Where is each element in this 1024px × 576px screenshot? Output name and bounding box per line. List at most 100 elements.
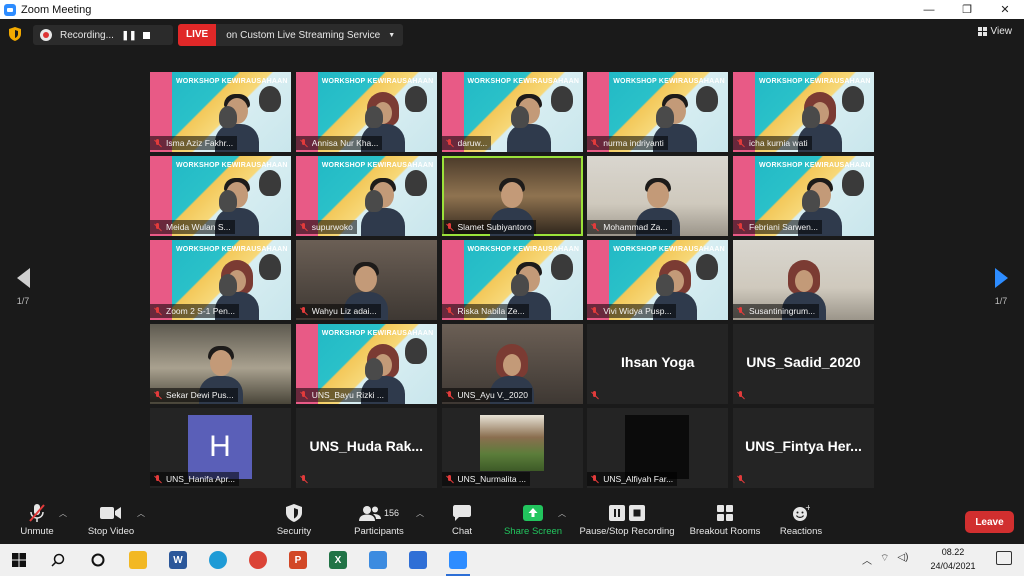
volume-icon[interactable]: ◁): [897, 552, 908, 567]
slide-title: WORKSHOP KEWIRAUSAHAAN: [176, 246, 288, 253]
participant-tile[interactable]: WORKSHOP KEWIRAUSAHAAN daruw...: [441, 72, 583, 152]
participant-display-name: Ihsan Yoga: [621, 354, 695, 370]
network-icon[interactable]: ⌔: [880, 552, 889, 567]
pause-recording-icon[interactable]: ❚❚: [120, 30, 138, 41]
chat-button[interactable]: Chat: [449, 502, 475, 537]
arrow-left-icon: [16, 268, 30, 288]
minimize-button[interactable]: —: [910, 0, 948, 19]
taskbar-apps: W PX: [118, 544, 478, 576]
word-icon: W: [169, 551, 187, 569]
window-controls: — ❐ ✕: [910, 0, 1024, 19]
participant-name: Sekar Dewi Pus...: [166, 390, 234, 400]
taskbar-app-button[interactable]: [198, 544, 238, 576]
chevron-down-icon[interactable]: ▼: [388, 32, 403, 39]
breakout-rooms-button[interactable]: Breakout Rooms: [688, 502, 762, 537]
participant-tile[interactable]: Ihsan Yoga: [587, 324, 729, 404]
participant-display-name: UNS_Huda Rak...: [309, 438, 424, 454]
taskbar-clock[interactable]: 08.22 24/04/2021: [928, 545, 978, 573]
participant-tile[interactable]: WORKSHOP KEWIRAUSAHAAN Vivi Widya Pusp...: [587, 240, 729, 320]
audio-options-caret-icon[interactable]: ︿: [59, 508, 67, 519]
zoom-icon: [449, 551, 467, 569]
windows-start-button[interactable]: [0, 544, 38, 576]
stop-video-button[interactable]: Stop Video: [85, 502, 137, 537]
taskbar-app-button[interactable]: [118, 544, 158, 576]
chevron-up-icon[interactable]: ︿: [862, 552, 872, 567]
windows-logo-icon: [12, 553, 26, 567]
shield-icon: [286, 504, 302, 522]
leave-button[interactable]: Leave: [965, 511, 1014, 533]
participant-name-bar: [733, 472, 753, 486]
taskbar-app-button[interactable]: W: [158, 544, 198, 576]
page-indicator-left: 1/7: [16, 296, 30, 306]
participant-tile[interactable]: WORKSHOP KEWIRAUSAHAAN icha kurnia wati: [733, 72, 874, 152]
unmute-button[interactable]: Unmute: [17, 502, 57, 537]
participant-tile[interactable]: UNS_Fintya Her...: [733, 408, 874, 488]
notification-center-icon[interactable]: [996, 551, 1012, 565]
participant-name-bar: Mohammad Za...: [587, 220, 672, 234]
maximize-button[interactable]: ❐: [948, 0, 986, 19]
participant-name-bar: icha kurnia wati: [733, 136, 812, 150]
participant-tile[interactable]: WORKSHOP KEWIRAUSAHAAN Riska Nabila Ze...: [441, 240, 583, 320]
participant-tile[interactable]: WORKSHOP KEWIRAUSAHAAN Meida Wulan S...: [150, 156, 291, 236]
security-button[interactable]: Security: [275, 502, 313, 537]
muted-mic-icon: [445, 138, 454, 148]
taskbar-app-button[interactable]: [358, 544, 398, 576]
participant-tile[interactable]: WORKSHOP KEWIRAUSAHAAN supurwoko: [295, 156, 437, 236]
close-button[interactable]: ✕: [986, 0, 1024, 19]
title-bar: Zoom Meeting — ❐ ✕: [0, 0, 1024, 19]
video-options-caret-icon[interactable]: ︿: [137, 508, 145, 519]
taskbar-app-button[interactable]: X: [318, 544, 358, 576]
participants-button[interactable]: 156 Participants: [350, 502, 408, 537]
participant-tile[interactable]: WORKSHOP KEWIRAUSAHAAN Annisa Nur Kha...: [295, 72, 437, 152]
participant-tile[interactable]: UNS_Alfiyah Far...: [587, 408, 729, 488]
reactions-button[interactable]: + Reactions: [779, 502, 823, 537]
participant-name: Meida Wulan S...: [166, 222, 231, 232]
cortana-button[interactable]: [78, 544, 118, 576]
share-screen-button[interactable]: Share Screen: [503, 502, 563, 537]
taskbar-app-button[interactable]: [438, 544, 478, 576]
slide-title: WORKSHOP KEWIRAUSAHAAN: [759, 162, 871, 169]
breakout-rooms-label: Breakout Rooms: [689, 526, 761, 537]
participant-tile[interactable]: Susantiningrum...: [733, 240, 874, 320]
participant-tile[interactable]: H UNS_Hanifa Apr...: [150, 408, 291, 488]
stop-video-label: Stop Video: [87, 526, 135, 537]
muted-mic-icon: [153, 222, 162, 232]
participant-tile[interactable]: Mohammad Za...: [587, 156, 729, 236]
stop-recording-icon[interactable]: [143, 31, 150, 39]
pause-stop-recording-button[interactable]: Pause/Stop Recording: [579, 502, 675, 537]
participant-tile[interactable]: UNS_Huda Rak...: [295, 408, 437, 488]
participant-name: nurma indriyanti: [603, 138, 664, 148]
muted-mic-icon: [153, 390, 162, 400]
participant-tile[interactable]: WORKSHOP KEWIRAUSAHAAN Zoom 2 S-1 Pen...: [150, 240, 291, 320]
participant-tile[interactable]: UNS_Nurmalita ...: [441, 408, 583, 488]
view-button[interactable]: View: [977, 26, 1013, 37]
next-page-button[interactable]: 1/7: [988, 268, 1014, 306]
participant-name: UNS_Hanifa Apr...: [166, 474, 235, 484]
participant-tile[interactable]: UNS_Sadid_2020: [733, 324, 874, 404]
svg-text:+: +: [805, 504, 810, 512]
muted-mic-icon: [590, 222, 599, 232]
taskbar-app-button[interactable]: P: [278, 544, 318, 576]
muted-mic-icon: [153, 138, 162, 148]
zoom-app-icon: [4, 3, 16, 16]
participant-name-bar: UNS_Bayu Rizki ...: [295, 388, 389, 402]
participant-tile[interactable]: WORKSHOP KEWIRAUSAHAAN Isma Aziz Fakhr...: [150, 72, 291, 152]
taskbar-app-button[interactable]: [398, 544, 438, 576]
participant-tile[interactable]: Wahyu Liz adai...: [295, 240, 437, 320]
participants-options-caret-icon[interactable]: ︿: [416, 508, 424, 519]
previous-page-button[interactable]: 1/7: [10, 268, 36, 306]
live-streaming-indicator[interactable]: LIVE on Custom Live Streaming Service ▼: [178, 24, 404, 46]
share-options-caret-icon[interactable]: ︿: [558, 508, 566, 519]
participant-tile[interactable]: UNS_Ayu V._2020: [441, 324, 583, 404]
taskbar-app-button[interactable]: [238, 544, 278, 576]
participant-tile[interactable]: Sekar Dewi Pus...: [150, 324, 291, 404]
muted-mic-icon: [590, 390, 599, 400]
participant-tile[interactable]: WORKSHOP KEWIRAUSAHAAN Febriani Sarwen...: [733, 156, 874, 236]
participant-tile[interactable]: WORKSHOP KEWIRAUSAHAAN UNS_Bayu Rizki ...: [295, 324, 437, 404]
participant-name: UNS_Ayu V._2020: [457, 390, 528, 400]
participant-tile[interactable]: WORKSHOP KEWIRAUSAHAAN nurma indriyanti: [587, 72, 729, 152]
security-shield-icon[interactable]: [9, 27, 21, 41]
participant-tile[interactable]: Slamet Subiyantoro: [441, 156, 583, 236]
search-button[interactable]: [38, 544, 78, 576]
view-label: View: [990, 26, 1013, 37]
